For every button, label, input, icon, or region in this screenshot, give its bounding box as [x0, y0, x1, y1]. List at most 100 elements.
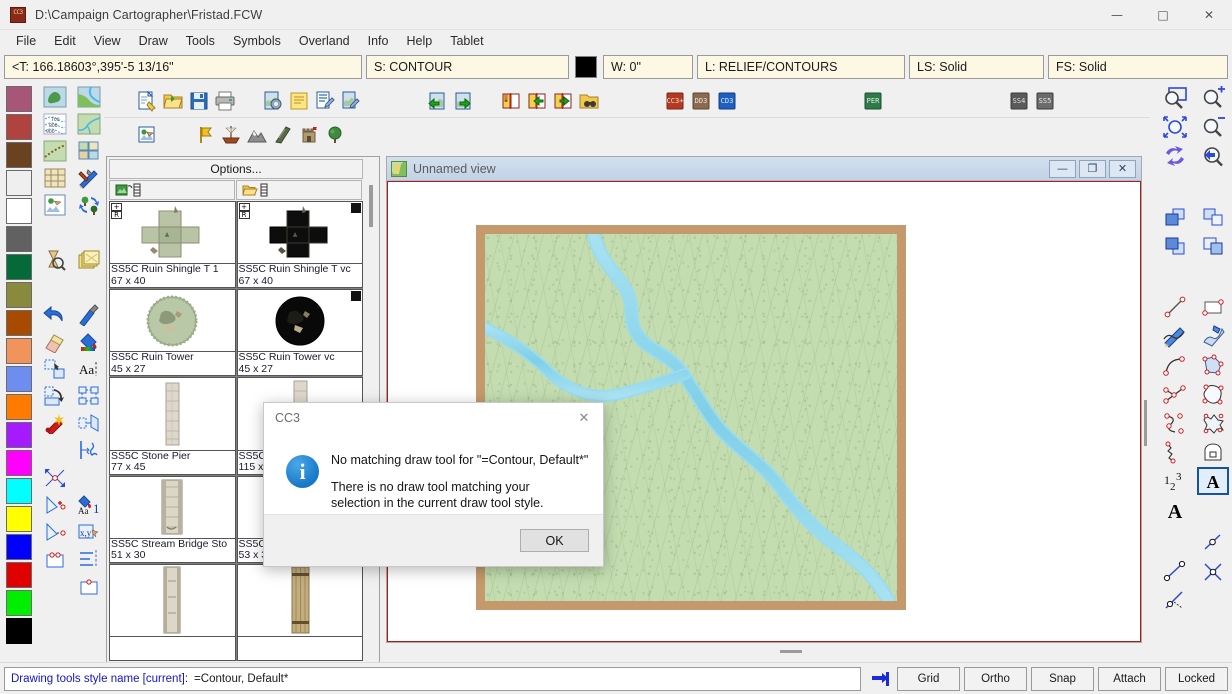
save-file-icon[interactable]: [186, 88, 212, 114]
menu-view[interactable]: View: [86, 32, 129, 50]
menu-edit[interactable]: Edit: [46, 32, 84, 50]
map-outline-tool[interactable]: [40, 84, 70, 110]
tree-symbol-icon[interactable]: [322, 122, 348, 148]
mirror-tool[interactable]: [74, 410, 104, 436]
attach-toggle-button[interactable]: Attach: [1098, 666, 1161, 691]
line-tool-icon[interactable]: [1159, 293, 1191, 321]
measure-icon[interactable]: 1 2 3: [1159, 467, 1191, 495]
menu-file[interactable]: File: [8, 32, 44, 50]
map-minimize-icon[interactable]: —: [1049, 159, 1076, 178]
map-settings-icon[interactable]: [260, 88, 286, 114]
path-tool-icon[interactable]: [1159, 322, 1191, 350]
fractal-poly-icon[interactable]: [1197, 409, 1229, 437]
close-icon[interactable]: ✕: [1186, 0, 1232, 30]
ss4-icon[interactable]: SS4: [1006, 88, 1032, 114]
text-style-tool[interactable]: Aa: [74, 356, 104, 382]
previous-map-icon[interactable]: [424, 88, 450, 114]
mountain-symbol-icon[interactable]: [244, 122, 270, 148]
text-box-icon[interactable]: A: [1197, 467, 1229, 495]
fill-style-field[interactable]: FS: Solid: [1048, 55, 1228, 79]
new-file-icon[interactable]: [134, 88, 160, 114]
swatch-yellow[interactable]: [6, 506, 32, 532]
copy-offset-tool[interactable]: [40, 356, 70, 382]
command-line[interactable]: Drawing tools style name [current]: =Con…: [4, 666, 861, 691]
draw-tools-tool[interactable]: [74, 165, 104, 191]
menu-symbols[interactable]: Symbols: [225, 32, 289, 50]
width-field[interactable]: W: 0": [603, 55, 693, 79]
castle-symbol-icon[interactable]: [296, 122, 322, 148]
notes-icon[interactable]: [286, 88, 312, 114]
fill-style-tool[interactable]: [74, 329, 104, 355]
menu-help[interactable]: Help: [398, 32, 440, 50]
symbol-cell[interactable]: [236, 563, 363, 661]
distribute-tool[interactable]: [74, 546, 104, 572]
swatch-brown[interactable]: [6, 142, 32, 168]
coordinate-tool[interactable]: x,y: [74, 519, 104, 545]
smooth-poly-icon[interactable]: [1197, 380, 1229, 408]
endpoint-snap-icon[interactable]: [1159, 586, 1191, 614]
river-network-tool[interactable]: [74, 111, 104, 137]
swatch-peach[interactable]: [6, 338, 32, 364]
swatch-darkgreen[interactable]: [6, 254, 32, 280]
hourglass-zoom-tool[interactable]: [40, 247, 70, 273]
vertical-scroll-indicator[interactable]: [1144, 400, 1147, 446]
zoom-out-icon[interactable]: [1197, 113, 1229, 141]
swatch-brick[interactable]: [6, 114, 32, 140]
sheets-tool[interactable]: [74, 247, 104, 273]
open-file-icon[interactable]: [160, 88, 186, 114]
ss5-icon[interactable]: SS5: [1032, 88, 1058, 114]
redraw-icon[interactable]: [1159, 142, 1191, 170]
node-add-tool[interactable]: [40, 492, 70, 518]
rotate-tool[interactable]: [40, 383, 70, 409]
locked-toggle-button[interactable]: Locked: [1165, 666, 1228, 691]
text-icon[interactable]: A: [1159, 496, 1191, 524]
ortho-toggle-button[interactable]: Ortho: [964, 666, 1027, 691]
zoom-previous-icon[interactable]: [1197, 142, 1229, 170]
forest-symbol-icon[interactable]: [270, 122, 296, 148]
menu-overland[interactable]: Overland: [291, 32, 358, 50]
bring-to-front-icon[interactable]: [1159, 203, 1191, 231]
symbol-cell[interactable]: SS5C Ruin Tower vc 45 x 27: [236, 289, 363, 377]
dd3-icon[interactable]: DD3: [688, 88, 714, 114]
catalog-prev-icon[interactable]: [524, 88, 550, 114]
map-view-title-bar[interactable]: Unnamed view — ❐ ✕: [387, 157, 1141, 181]
polygon-draw-icon[interactable]: [1197, 322, 1229, 350]
symbol-place-icon[interactable]: [1197, 438, 1229, 466]
minimize-icon[interactable]: —: [1094, 0, 1140, 30]
menu-tools[interactable]: Tools: [178, 32, 223, 50]
color-swatch-field[interactable]: [575, 56, 597, 78]
undo-tool[interactable]: [40, 302, 70, 328]
river-tool[interactable]: [74, 84, 104, 110]
node-edit-tool[interactable]: [40, 519, 70, 545]
snap-arrow-icon[interactable]: [867, 667, 893, 691]
layer-field[interactable]: L: RELIEF/CONTOURS: [697, 55, 905, 79]
symbol-cell[interactable]: [109, 563, 236, 661]
curve-tool-icon[interactable]: [1159, 351, 1191, 379]
menu-tablet[interactable]: Tablet: [442, 32, 491, 50]
swatch-cornflower[interactable]: [6, 366, 32, 392]
send-to-back-icon[interactable]: [1159, 232, 1191, 260]
bring-forward-icon[interactable]: [1197, 203, 1229, 231]
swatch-rust[interactable]: [6, 310, 32, 336]
coordinate-field[interactable]: <T: 166.18603°,395'-5 13/16": [4, 55, 362, 79]
box-tool-icon[interactable]: [1197, 293, 1229, 321]
symbol-cell[interactable]: + R ▲ SS5C Ruin Shingle T vc 67 x 40: [236, 201, 363, 289]
swatch-mauve[interactable]: [6, 86, 32, 112]
per-icon[interactable]: PER: [860, 88, 886, 114]
catalog-browse-icon[interactable]: [576, 88, 602, 114]
node-snap-icon[interactable]: [1159, 557, 1191, 585]
symbol-options-button[interactable]: Options...: [109, 159, 363, 179]
grid-toggle-button[interactable]: Grid: [897, 666, 960, 691]
multi-node-tool[interactable]: [40, 546, 70, 572]
midpoint-snap-icon[interactable]: [1197, 528, 1229, 556]
scale-tool[interactable]: [40, 465, 70, 491]
send-backward-icon[interactable]: [1197, 232, 1229, 260]
new-catalog-icon[interactable]: [109, 180, 235, 200]
flag-symbol-icon[interactable]: [192, 122, 218, 148]
zoom-extents-icon[interactable]: [1159, 113, 1191, 141]
swatch-olive[interactable]: [6, 282, 32, 308]
menu-draw[interactable]: Draw: [131, 32, 176, 50]
swatch-cyan[interactable]: [6, 478, 32, 504]
edit-map-icon[interactable]: [338, 88, 364, 114]
contour-lines-tool[interactable]: 700 800 900: [40, 111, 70, 137]
